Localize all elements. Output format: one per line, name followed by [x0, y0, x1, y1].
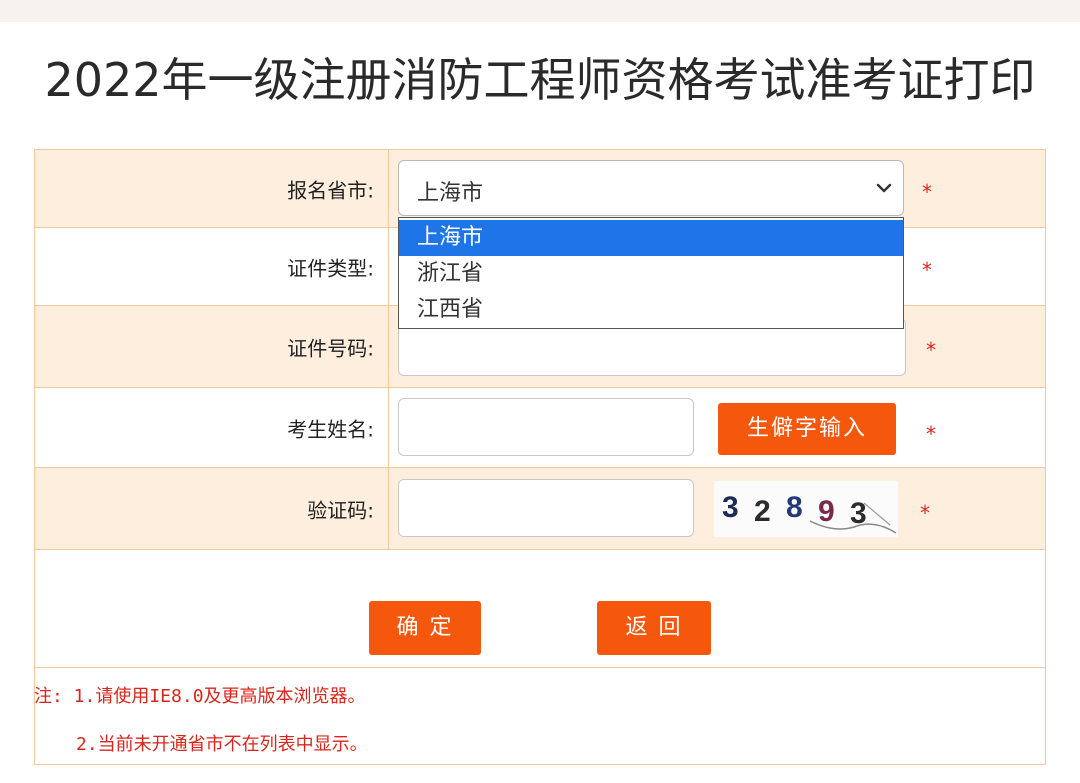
- id-number-label: 证件号码:: [287, 336, 374, 360]
- province-selected-value: 上海市: [417, 181, 484, 206]
- captcha-char: 3: [722, 491, 739, 524]
- captcha-svg: 3 2 8 9 3: [722, 491, 897, 534]
- required-mark: *: [922, 180, 932, 204]
- province-dropdown: 上海市 浙江省 江西省: [398, 217, 904, 329]
- province-option[interactable]: 江西省: [399, 292, 903, 328]
- actions-row: [35, 550, 1045, 668]
- captcha-label: 验证码:: [307, 498, 374, 522]
- chevron-down-icon: [876, 183, 892, 193]
- captcha-char: 3: [850, 497, 867, 530]
- label-cell: 报名省市:: [35, 150, 389, 227]
- confirm-button[interactable]: 确 定: [369, 601, 481, 655]
- note-line-1: 注: 1.请使用IE8.0及更高版本浏览器。: [34, 686, 366, 707]
- top-bar: [0, 0, 1080, 22]
- province-option[interactable]: 上海市: [399, 220, 903, 256]
- captcha-char: 2: [754, 495, 771, 528]
- label-cell: 考生姓名:: [35, 388, 389, 467]
- captcha-image[interactable]: 3 2 8 9 3: [714, 481, 898, 537]
- required-mark: *: [920, 501, 930, 525]
- province-select[interactable]: 上海市: [398, 160, 904, 216]
- province-option[interactable]: 浙江省: [399, 256, 903, 292]
- id-type-label: 证件类型:: [287, 256, 374, 280]
- name-label: 考生姓名:: [287, 417, 374, 441]
- label-cell: 证件号码:: [35, 306, 389, 387]
- back-button[interactable]: 返 回: [597, 601, 711, 655]
- rare-char-input-button[interactable]: 生僻字输入: [718, 403, 896, 455]
- captcha-input[interactable]: [398, 479, 694, 537]
- name-input[interactable]: [398, 398, 694, 456]
- captcha-char: 8: [786, 491, 803, 524]
- required-mark: *: [926, 338, 936, 362]
- captcha-char: 9: [818, 495, 835, 528]
- note-line-2: 2.当前未开通省市不在列表中显示。: [76, 734, 368, 755]
- province-label: 报名省市:: [287, 178, 374, 202]
- required-mark: *: [926, 422, 936, 446]
- required-mark: *: [922, 258, 932, 282]
- label-cell: 证件类型:: [35, 228, 389, 305]
- label-cell: 验证码:: [35, 468, 389, 549]
- page-title: 2022年一级注册消防工程师资格考试准考证打印: [44, 53, 1036, 107]
